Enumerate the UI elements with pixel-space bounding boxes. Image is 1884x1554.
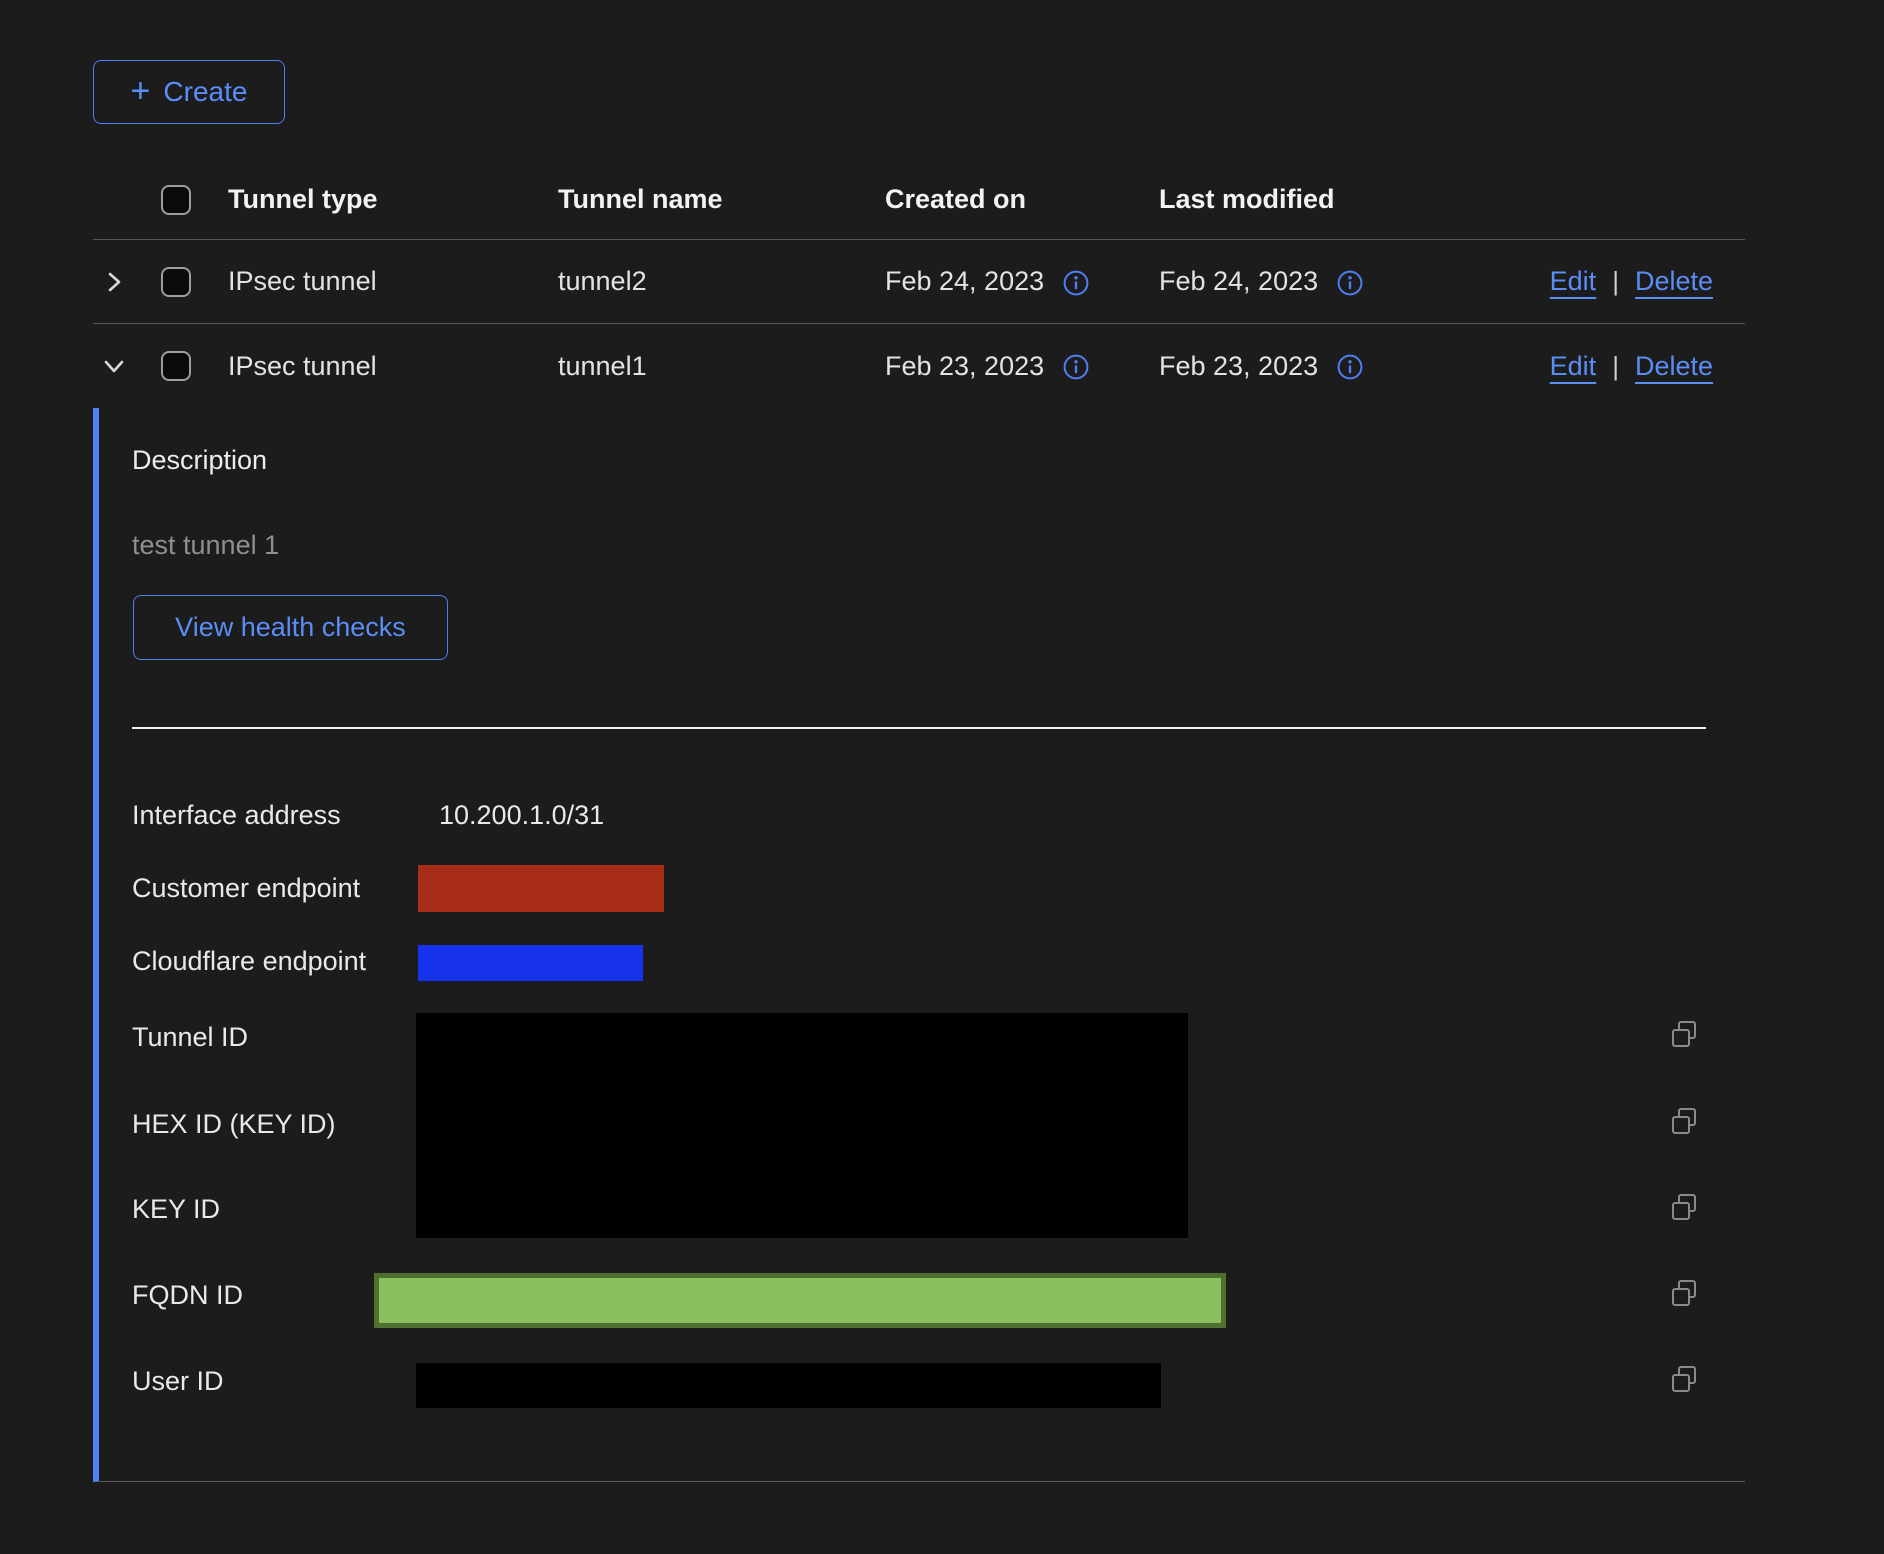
edit-link[interactable]: Edit [1550,266,1597,297]
user-id-redacted-value [416,1363,1161,1408]
customer-endpoint-label: Customer endpoint [132,873,360,904]
cloudflare-endpoint-redacted-value [418,945,643,981]
tunnel-id-label: Tunnel ID [132,1022,248,1053]
copy-fqdn-id-button[interactable] [1668,1277,1702,1311]
interface-address-label: Interface address [132,800,341,831]
tunnel-name-cell: tunnel1 [558,351,885,382]
table-row: IPsec tunnel tunnel2 Feb 24, 2023 Feb 24… [93,240,1745,324]
fqdn-id-label: FQDN ID [132,1280,243,1311]
created-on-value: Feb 24, 2023 [885,266,1044,297]
info-icon[interactable] [1062,353,1090,381]
row-checkbox[interactable] [161,267,191,297]
copy-user-id-button[interactable] [1668,1363,1702,1397]
select-all-checkbox[interactable] [161,185,191,215]
description-value: test tunnel 1 [132,530,279,561]
actions-separator: | [1612,351,1619,382]
cloudflare-endpoint-label: Cloudflare endpoint [132,946,366,977]
copy-icon [1668,1191,1702,1225]
info-icon[interactable] [1336,269,1364,297]
expanded-tunnel-panel: Description test tunnel 1 View health ch… [93,408,1745,1482]
tunnel-type-cell: IPsec tunnel [228,351,558,382]
row-checkbox[interactable] [161,351,191,381]
fqdn-id-redacted-value [374,1273,1226,1328]
interface-address-value: 10.200.1.0/31 [439,800,604,831]
last-modified-value: Feb 23, 2023 [1159,351,1318,382]
copy-icon [1668,1363,1702,1397]
user-id-label: User ID [132,1366,224,1397]
info-icon[interactable] [1062,269,1090,297]
chevron-right-icon[interactable] [99,267,129,297]
actions-separator: | [1612,266,1619,297]
column-header-created-on: Created on [885,184,1159,215]
column-header-tunnel-type: Tunnel type [228,184,558,215]
table-header-row: Tunnel type Tunnel name Created on Last … [93,160,1745,240]
created-on-value: Feb 23, 2023 [885,351,1044,382]
copy-key-id-button[interactable] [1668,1191,1702,1225]
copy-tunnel-id-button[interactable] [1668,1018,1702,1052]
create-button-label: Create [163,76,247,108]
view-health-checks-button[interactable]: View health checks [133,595,448,660]
section-divider [132,727,1706,729]
copy-icon [1668,1018,1702,1052]
customer-endpoint-redacted-value [418,865,664,912]
description-label: Description [132,445,267,476]
info-icon[interactable] [1336,353,1364,381]
copy-icon [1668,1277,1702,1311]
create-button[interactable]: + Create [93,60,285,124]
copy-hex-id-button[interactable] [1668,1105,1702,1139]
edit-link[interactable]: Edit [1550,351,1597,382]
tunnels-table: Tunnel type Tunnel name Created on Last … [93,160,1745,408]
tunnel-type-cell: IPsec tunnel [228,266,558,297]
last-modified-value: Feb 24, 2023 [1159,266,1318,297]
tunnel-name-cell: tunnel2 [558,266,885,297]
delete-link[interactable]: Delete [1635,266,1713,297]
plus-icon: + [131,74,151,108]
delete-link[interactable]: Delete [1635,351,1713,382]
column-header-tunnel-name: Tunnel name [558,184,885,215]
key-id-label: KEY ID [132,1194,220,1225]
table-row: IPsec tunnel tunnel1 Feb 23, 2023 Feb 23… [93,324,1745,408]
hex-id-label: HEX ID (KEY ID) [132,1109,336,1140]
chevron-down-icon[interactable] [99,351,129,381]
copy-icon [1668,1105,1702,1139]
ids-redacted-value [416,1013,1188,1238]
tunnels-page: + Create Tunnel type Tunnel name Created… [0,0,1884,1554]
column-header-last-modified: Last modified [1159,184,1459,215]
